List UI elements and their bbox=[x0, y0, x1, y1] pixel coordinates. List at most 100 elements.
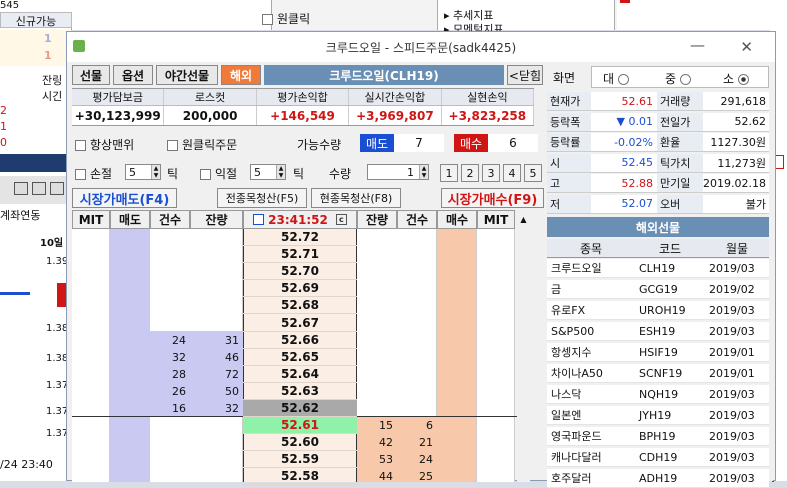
mit-buy-column[interactable] bbox=[477, 229, 515, 482]
ask-count: 16 bbox=[172, 402, 186, 415]
buy-label: 매수 bbox=[454, 134, 488, 152]
chart-tool-icon[interactable] bbox=[32, 182, 46, 195]
one-click-order-check[interactable]: 원클릭주문 bbox=[167, 136, 237, 153]
list-item[interactable]: 금 GCG19 2019/02 bbox=[547, 280, 769, 299]
background-left-window: 545 신규가능 1 1 잔링 시긴 2 1 0 계좌연동 10일 1.39 1… bbox=[0, 0, 72, 481]
refresh-icon[interactable]: c bbox=[335, 214, 347, 225]
sell-available-qty: 7 bbox=[394, 134, 444, 152]
qty-preset-1[interactable]: 1 bbox=[440, 164, 458, 182]
qty-preset-4[interactable]: 4 bbox=[503, 164, 521, 182]
size-medium-radio[interactable]: 중 bbox=[665, 70, 691, 87]
stepper-arrows-icon[interactable]: ▲ ▼ bbox=[151, 165, 160, 179]
market-info-row: 저 52.07 오버 불가 bbox=[547, 194, 769, 214]
qty-preset-3[interactable]: 3 bbox=[482, 164, 500, 182]
list-item[interactable]: 유로FX UROH19 2019/03 bbox=[547, 301, 769, 320]
price-row[interactable]: 52.63 bbox=[243, 383, 357, 400]
price-row[interactable]: 52.70 bbox=[243, 263, 357, 281]
list-item[interactable]: 호주달러 ADH19 2019/03 bbox=[547, 469, 769, 488]
sell-order-column[interactable] bbox=[110, 229, 150, 482]
price-row[interactable]: 52.68 bbox=[243, 297, 357, 315]
left-header: 신규가능 bbox=[0, 12, 72, 28]
price-row[interactable]: 52.69 bbox=[243, 280, 357, 298]
grid-scrollbar[interactable] bbox=[517, 229, 530, 482]
realtime-pnl: +3,969,807 bbox=[349, 106, 442, 125]
ask-count: 24 bbox=[172, 333, 186, 347]
close-panel-button[interactable]: <닫힘 bbox=[507, 65, 543, 85]
close-all-button[interactable]: 전종목청산(F5) bbox=[217, 188, 307, 208]
list-item[interactable]: S&P500 ESH19 2019/03 bbox=[547, 322, 769, 341]
price-row[interactable]: 52.61 bbox=[243, 417, 357, 435]
available-qty-label: 가능수량 bbox=[297, 138, 342, 152]
ask-qty: 46 bbox=[225, 350, 239, 364]
col-buy: 매수 bbox=[437, 210, 477, 229]
checkbox-icon bbox=[167, 140, 178, 151]
col-ask-qty: 잔량 bbox=[190, 210, 243, 229]
price-row[interactable]: 52.64 bbox=[243, 366, 357, 383]
window-titlebar[interactable]: 크루드오일 - 스피드주문(sadk4425) — ✕ bbox=[67, 32, 775, 62]
clock-check-icon[interactable] bbox=[253, 214, 265, 225]
close-icon[interactable]: ✕ bbox=[740, 38, 753, 56]
takeprofit-stepper[interactable]: 5 ▲ ▼ bbox=[250, 164, 286, 180]
list-item[interactable]: 크루드오일 CLH19 2019/03 bbox=[547, 259, 769, 278]
tab-overseas[interactable]: 해외 bbox=[221, 65, 261, 85]
ask-qty: 31 bbox=[225, 333, 239, 347]
ask-qty: 50 bbox=[225, 384, 239, 398]
tab-night-futures[interactable]: 야간선물 bbox=[156, 65, 218, 85]
bid-qty: 42 bbox=[379, 436, 393, 450]
buy-order-column[interactable] bbox=[437, 229, 477, 482]
size-small-radio[interactable]: 소 bbox=[723, 70, 749, 87]
price-row[interactable]: 52.72 bbox=[243, 229, 357, 246]
list-item[interactable]: 나스닥 NQH19 2019/03 bbox=[547, 385, 769, 404]
chart-tool-icon[interactable] bbox=[14, 182, 28, 195]
scroll-up-icon[interactable]: ▲ bbox=[517, 210, 530, 229]
chart-tool-icon[interactable] bbox=[50, 182, 64, 195]
radio-selected-icon bbox=[737, 74, 749, 85]
radio-icon bbox=[617, 74, 629, 85]
window-title: 크루드오일 - 스피드주문(sadk4425) bbox=[325, 40, 517, 55]
price-row[interactable]: 52.60 bbox=[243, 434, 357, 452]
tab-options[interactable]: 옵션 bbox=[113, 65, 153, 85]
qty-preset-2[interactable]: 2 bbox=[461, 164, 479, 182]
stoploss-stepper[interactable]: 5 ▲ ▼ bbox=[125, 164, 161, 180]
price-row[interactable]: 52.59 bbox=[243, 451, 357, 469]
list-item[interactable]: 일본엔 JYH19 2019/03 bbox=[547, 406, 769, 425]
always-on-top-check[interactable]: 항상맨위 bbox=[75, 136, 134, 153]
list-item[interactable]: 차이나A50 SCNF19 2019/01 bbox=[547, 364, 769, 383]
market-info-row: 등락률 -0.02% 환율 1127.30원 bbox=[547, 133, 769, 152]
background-top-window: 원클릭 ▸ 추세지표 ▸ 모멘텀지표 bbox=[72, 0, 787, 36]
price-row[interactable]: 52.67 bbox=[243, 315, 357, 332]
minimize-icon[interactable]: — bbox=[690, 36, 705, 54]
qty-preset-5[interactable]: 5 bbox=[524, 164, 542, 182]
app-logo-icon bbox=[73, 40, 85, 52]
stoploss-check[interactable]: 손절 bbox=[75, 165, 112, 182]
eval-collateral: +30,123,999 bbox=[72, 106, 165, 125]
col-mit-buy: MIT bbox=[477, 210, 515, 229]
price-row[interactable]: 52.65 bbox=[243, 349, 357, 366]
bid-count: 6 bbox=[426, 419, 433, 433]
tab-futures[interactable]: 선물 bbox=[72, 65, 110, 85]
market-buy-button[interactable]: 시장가매수(F9) bbox=[441, 188, 544, 208]
close-current-button[interactable]: 현종목청산(F8) bbox=[311, 188, 401, 208]
price-row[interactable]: 52.62 bbox=[243, 400, 357, 417]
checkbox-icon bbox=[75, 169, 86, 180]
list-item[interactable]: 영국파운드 BPH19 2019/03 bbox=[547, 427, 769, 446]
col-bid-qty: 잔량 bbox=[357, 210, 397, 229]
stepper-arrows-icon[interactable]: ▲ ▼ bbox=[419, 165, 428, 179]
quantity-stepper[interactable]: 1 ▲ ▼ bbox=[367, 164, 429, 180]
takeprofit-check[interactable]: 익절 bbox=[200, 165, 237, 182]
list-item[interactable]: 항셍지수 HSIF19 2019/01 bbox=[547, 343, 769, 362]
price-row[interactable]: 52.71 bbox=[243, 246, 357, 264]
price-row[interactable]: 52.58 bbox=[243, 468, 357, 486]
price-row[interactable]: 52.66 bbox=[243, 332, 357, 349]
size-large-radio[interactable]: 대 bbox=[603, 70, 629, 87]
one-click-check[interactable]: 원클릭 bbox=[262, 10, 310, 27]
list-item[interactable]: 캐나다달러 CDH19 2019/03 bbox=[547, 448, 769, 467]
ask-count: 26 bbox=[172, 384, 186, 398]
stepper-arrows-icon[interactable]: ▲ ▼ bbox=[276, 165, 285, 179]
col-sell: 매도 bbox=[110, 210, 150, 229]
right-info-panel: 화면 대 중 소 현재가 52.61 거래량 291,618 등락폭 ▼ 0.01 전일가 5… bbox=[547, 64, 773, 488]
market-sell-button[interactable]: 시장가매도(F4) bbox=[72, 188, 177, 208]
mit-sell-column[interactable] bbox=[72, 229, 110, 482]
ask-qty: 32 bbox=[225, 402, 239, 415]
col-bid-count: 건수 bbox=[397, 210, 437, 229]
